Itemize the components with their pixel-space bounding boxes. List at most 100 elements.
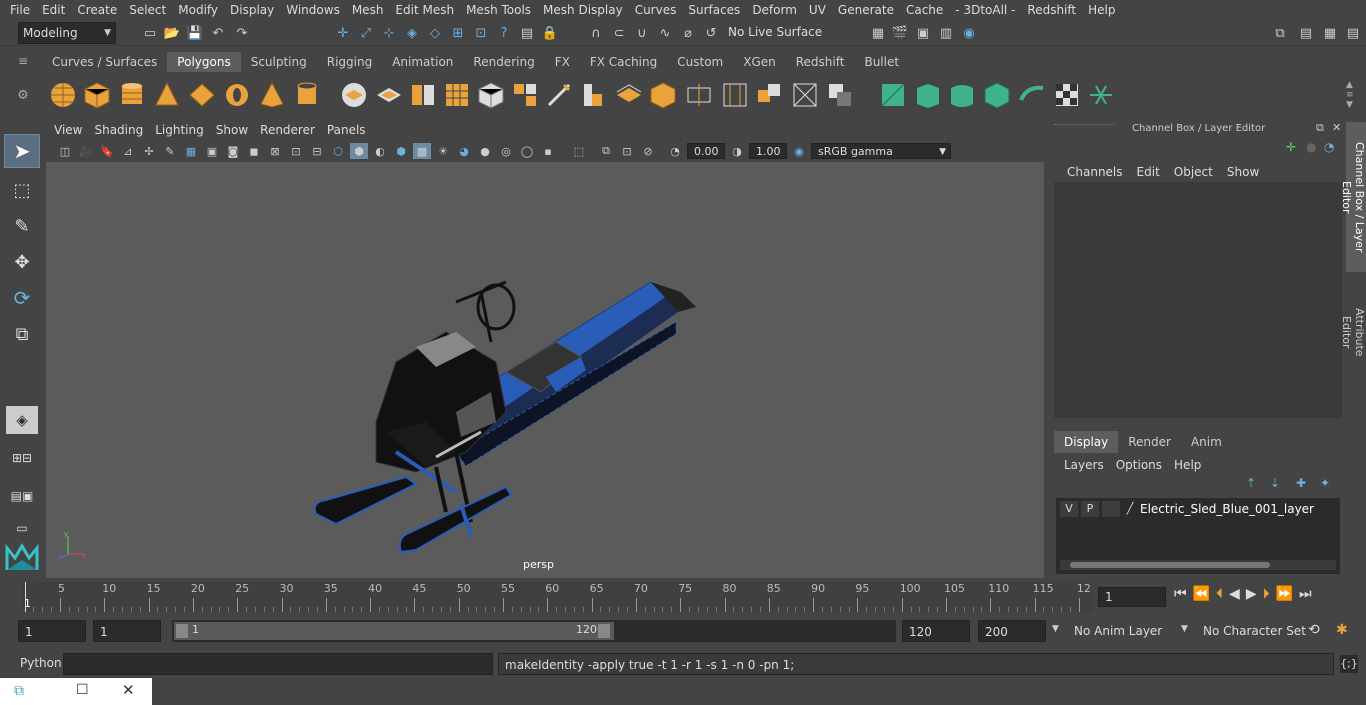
channel-menu-channels[interactable]: Channels [1060, 162, 1130, 182]
menu-mesh-tools[interactable]: Mesh Tools [460, 0, 537, 20]
multi-cut-icon[interactable] [544, 80, 574, 110]
menu-3dtoall[interactable]: - 3DtoAll - [949, 0, 1021, 20]
shelf-tab-animation[interactable]: Animation [382, 52, 463, 72]
layer-tab-render[interactable]: Render [1118, 431, 1181, 453]
wireframe-icon[interactable]: ⬡ [329, 143, 347, 159]
electric-sled-model[interactable] [306, 252, 706, 562]
ipr-render-icon[interactable]: ▣ [913, 23, 933, 43]
insert-edge-loop-icon[interactable] [684, 80, 714, 110]
tab-channel-box[interactable]: Channel Box / Layer Editor [1340, 122, 1366, 272]
lasso-tool-icon[interactable]: ⬚ [4, 174, 40, 206]
xray-joints-icon[interactable]: ⧉ [597, 143, 615, 159]
character-set-dropdown[interactable]: No Character Set [1197, 620, 1307, 642]
save-scene-icon[interactable]: 💾 [185, 23, 205, 43]
layer-scrollbar[interactable] [1060, 560, 1336, 570]
combine-icon[interactable] [339, 80, 369, 110]
offset-edge-icon[interactable] [720, 80, 750, 110]
backface-icon[interactable]: ⊘ [639, 143, 657, 159]
hypershade-icon[interactable]: ◉ [959, 23, 979, 43]
scale-tool-icon[interactable]: ⧉ [4, 318, 40, 350]
menu-deform[interactable]: Deform [746, 0, 803, 20]
script-language-toggle[interactable]: Python [20, 656, 62, 670]
cut-uv-icon[interactable] [1086, 80, 1116, 110]
layer-tab-anim[interactable]: Anim [1180, 431, 1232, 453]
color-management-icon[interactable]: ◉ [790, 143, 808, 159]
bridge-icon[interactable] [510, 80, 540, 110]
magnet-icon[interactable]: ∩ [586, 23, 606, 43]
camera-attributes-icon[interactable]: 🎥 [77, 143, 95, 159]
outliner-icon[interactable]: ▭ [6, 518, 38, 538]
undo-icon[interactable]: ↶ [208, 23, 228, 43]
layer-menu-help[interactable]: Help [1168, 455, 1207, 475]
extrude-icon[interactable] [578, 80, 608, 110]
menu-uv[interactable]: UV [803, 0, 832, 20]
layer-menu-layers[interactable]: Layers [1058, 455, 1110, 475]
layer-row[interactable]: V P ╱ Electric_Sled_Blue_001_layer [1056, 498, 1340, 520]
menu-create[interactable]: Create [71, 0, 123, 20]
wireframe-on-shaded-icon[interactable]: ◐ [371, 143, 389, 159]
shelf-tab-sculpting[interactable]: Sculpting [241, 52, 317, 72]
modeling-toolkit-icon[interactable]: ▤ [1296, 23, 1316, 43]
menu-help[interactable]: Help [1082, 0, 1121, 20]
plane-icon[interactable] [187, 80, 217, 110]
render-view-icon[interactable]: ▥ [936, 23, 956, 43]
script-editor-icon[interactable]: {;} [1340, 655, 1358, 673]
resolution-gate-icon[interactable]: ◙ [224, 143, 242, 159]
shadows-icon[interactable]: ◕ [455, 143, 473, 159]
channel-menu-edit[interactable]: Edit [1130, 162, 1167, 182]
grid-icon[interactable]: ▦ [182, 143, 200, 159]
playback-end-field[interactable]: 120 [902, 620, 970, 642]
live-surface-field[interactable]: No Live Surface [724, 22, 822, 44]
open-scene-icon[interactable]: 📂 [162, 23, 182, 43]
shelf-tab-polygons[interactable]: Polygons [167, 52, 241, 72]
layer-name[interactable]: Electric_Sled_Blue_001_layer [1140, 502, 1314, 516]
mirror-icon[interactable] [476, 80, 506, 110]
merge-icon[interactable] [790, 80, 820, 110]
viewport-menu-renderer[interactable]: Renderer [254, 120, 321, 140]
lock-icon[interactable]: 🔒 [540, 23, 560, 43]
sphere-icon[interactable] [48, 80, 78, 110]
auto-map-icon[interactable] [982, 80, 1012, 110]
layout-four-view-icon[interactable]: ⊞⊟ [6, 444, 38, 472]
fill-hole-icon[interactable] [825, 80, 855, 110]
snap-curve-icon[interactable]: ◇ [425, 23, 445, 43]
shelf-tab-rendering[interactable]: Rendering [463, 52, 544, 72]
menu-mesh-display[interactable]: Mesh Display [537, 0, 629, 20]
snap-together-icon[interactable]: ⊂ [609, 23, 629, 43]
range-handle[interactable]: 1 120 [174, 622, 614, 640]
viewport-menu-lighting[interactable]: Lighting [149, 120, 210, 140]
move-tool-icon[interactable]: ✥ [4, 246, 40, 278]
menu-cache[interactable]: Cache [900, 0, 949, 20]
timeline-ruler[interactable]: 5 10 15 20 25 30 35 40 45 50 55 60 65 70 75 80 85 90 95 100… [22, 582, 1092, 612]
exposure-field[interactable]: 0.00 [687, 143, 725, 159]
menu-generate[interactable]: Generate [832, 0, 900, 20]
anti-aliasing-icon[interactable]: ◯ [518, 143, 536, 159]
xray-active-icon[interactable]: ⊡ [618, 143, 636, 159]
start-time-field[interactable]: 1 [18, 620, 86, 642]
target-weld-icon[interactable] [754, 80, 784, 110]
render-frame-icon[interactable]: 🎬 [890, 23, 910, 43]
channel-menu-object[interactable]: Object [1167, 162, 1220, 182]
end-time-field[interactable]: 200 [978, 620, 1046, 642]
film-gate-icon[interactable]: ▣ [203, 143, 221, 159]
shelf-tab-curves-surfaces[interactable]: Curves / Surfaces [42, 52, 167, 72]
shelf-scroll-icon[interactable]: ▲ ≡ ▼ [1346, 80, 1360, 110]
shelf-tab-fx-caching[interactable]: FX Caching [580, 52, 667, 72]
torus-icon[interactable] [222, 80, 252, 110]
layer-tab-display[interactable]: Display [1054, 431, 1119, 453]
rotate-tool-icon[interactable]: ⟳ [4, 282, 40, 314]
layer-visibility-toggle[interactable]: V [1060, 501, 1078, 517]
shelf-tab-xgen[interactable]: XGen [733, 52, 786, 72]
panel-grip[interactable] [1054, 124, 1114, 132]
restore-window-icon[interactable]: ⧉ [14, 683, 24, 699]
viewport-menu-show[interactable]: Show [210, 120, 254, 140]
last-tool-icon[interactable]: ◈ [6, 406, 38, 434]
mode-selector[interactable]: Modeling ▼ [18, 22, 116, 44]
play-forward-icon[interactable]: ▶ [1246, 586, 1257, 602]
shelf-gear-icon[interactable]: ⚙ [14, 88, 32, 106]
go-to-start-icon[interactable]: ⏮ [1174, 586, 1187, 602]
snap-view-icon[interactable]: ⊡ [471, 23, 491, 43]
history-icon[interactable]: ▤ [517, 23, 537, 43]
cone-icon[interactable] [152, 80, 182, 110]
planar-map-icon[interactable] [913, 80, 943, 110]
